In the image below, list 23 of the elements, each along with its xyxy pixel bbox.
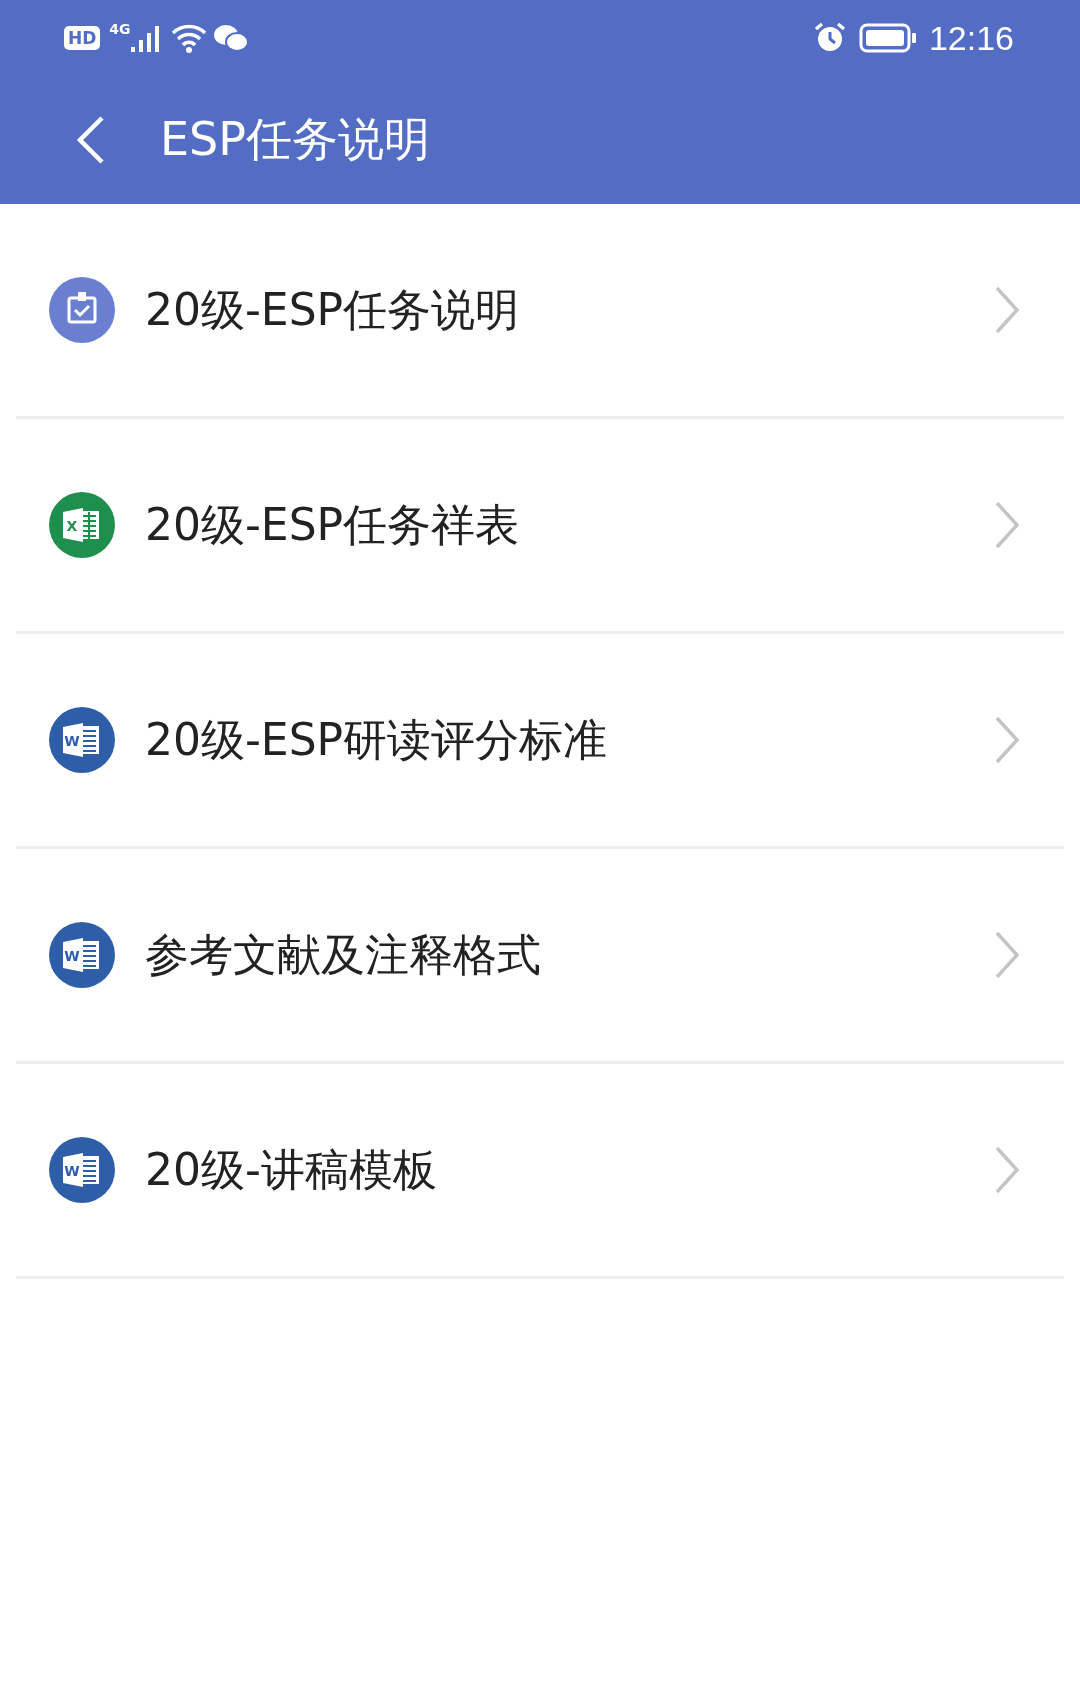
battery-icon — [858, 23, 917, 53]
document-icon: W — [49, 922, 115, 988]
chat-icon — [212, 23, 249, 53]
document-icon: W — [49, 707, 115, 773]
hd-icon: HD — [64, 26, 101, 50]
wifi-icon — [170, 23, 207, 53]
chevron-right-icon — [994, 930, 1020, 980]
chevron-right-icon — [994, 500, 1020, 550]
chevron-right-icon — [994, 715, 1020, 765]
list-item[interactable]: W 20级-讲稿模板 — [0, 1064, 1080, 1276]
list-item[interactable]: W 参考文献及注释格式 — [0, 849, 1080, 1061]
chevron-right-icon — [994, 285, 1020, 335]
chevron-right-icon — [994, 1145, 1020, 1195]
list-item[interactable]: X 20级-ESP任务祥表 — [0, 419, 1080, 631]
document-icon: W — [49, 1137, 115, 1203]
list-item[interactable]: 20级-ESP任务说明 — [0, 204, 1080, 416]
list-item[interactable]: W 20级-ESP研读评分标准 — [0, 634, 1080, 846]
spreadsheet-icon: X — [49, 492, 115, 558]
signal-icon — [130, 24, 161, 52]
page-title: ESP任务说明 — [160, 111, 430, 168]
status-time: 12:16 — [928, 18, 1014, 58]
network-type: 4G — [109, 21, 131, 37]
clipboard-check-icon — [49, 277, 115, 343]
